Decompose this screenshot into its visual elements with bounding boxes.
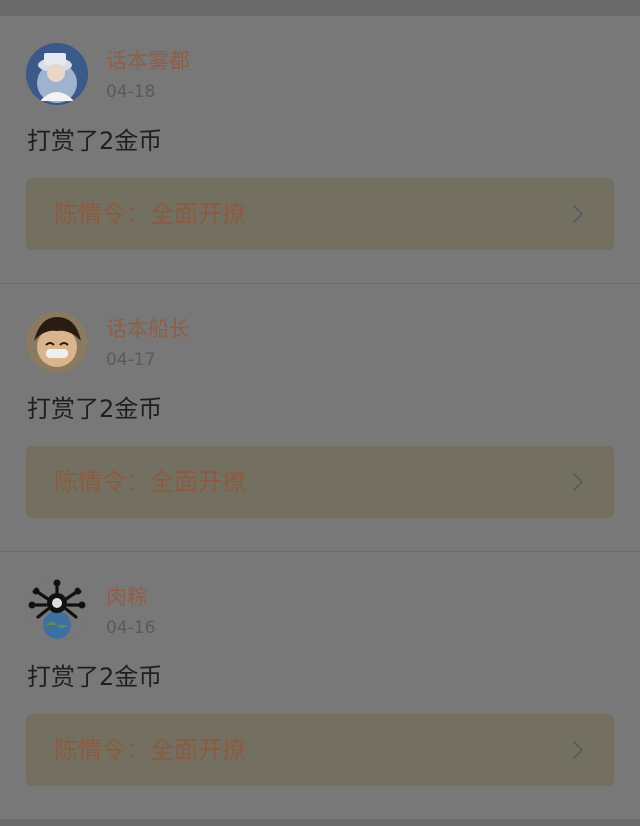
reward-action-text: 打赏了2金币	[27, 663, 163, 691]
username[interactable]: 话本船长	[106, 315, 190, 343]
avatar[interactable]	[26, 579, 88, 641]
post-date: 04-17	[106, 350, 156, 370]
chevron-right-icon	[570, 204, 586, 224]
chevron-right-icon	[570, 472, 586, 492]
feed-card: 话本雾都 04-18 打赏了2金币 陈情令：全面开撩	[0, 16, 640, 283]
username[interactable]: 话本雾都	[106, 47, 190, 75]
book-link[interactable]: 陈情令：全面开撩	[26, 446, 614, 518]
post-date: 04-18	[106, 82, 156, 102]
book-title: 陈情令：全面开撩	[54, 736, 246, 764]
feed-card: 肉粽 04-16 打赏了2金币 陈情令：全面开撩	[0, 552, 640, 819]
reward-action-text: 打赏了2金币	[27, 127, 163, 155]
chevron-right-icon	[570, 740, 586, 760]
avatar[interactable]	[26, 43, 88, 105]
username[interactable]: 肉粽	[106, 583, 148, 611]
book-title: 陈情令：全面开撩	[54, 468, 246, 496]
book-link[interactable]: 陈情令：全面开撩	[26, 178, 614, 250]
feed-card: 话本船长 04-17 打赏了2金币 陈情令：全面开撩	[0, 284, 640, 551]
book-title: 陈情令：全面开撩	[54, 200, 246, 228]
post-date: 04-16	[106, 618, 156, 638]
reward-feed: 话本雾都 04-18 打赏了2金币 陈情令：全面开撩 话本船长 04-17 打赏…	[0, 0, 640, 826]
reward-action-text: 打赏了2金币	[27, 395, 163, 423]
avatar[interactable]	[26, 311, 88, 373]
book-link[interactable]: 陈情令：全面开撩	[26, 714, 614, 786]
